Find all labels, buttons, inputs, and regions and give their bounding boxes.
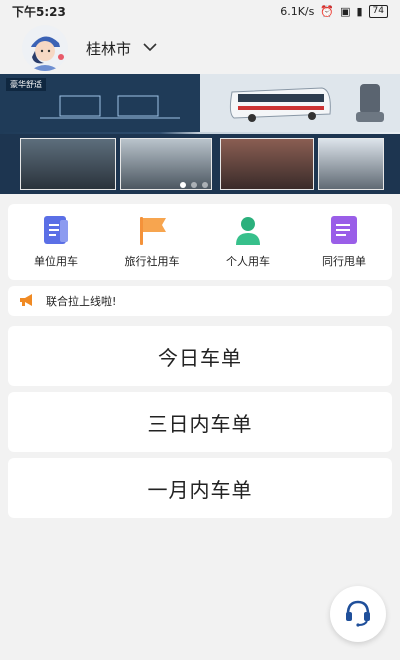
status-bar: 下午5:23 6.1K/s ⏰ ▣ ▮ 74 — [0, 0, 400, 22]
service-label: 同行甩单 — [322, 255, 366, 268]
document-icon — [38, 215, 74, 245]
promo-banner[interactable]: 豪华舒适 — [0, 74, 400, 194]
banner-top-image: 豪华舒适 — [0, 74, 400, 132]
notice-bar[interactable]: 联合拉上线啦! — [8, 286, 392, 316]
banner-thumb-seats — [220, 138, 314, 190]
banner-thumb-interior — [318, 138, 384, 190]
person-icon — [230, 215, 266, 245]
status-indicators: 6.1K/s ⏰ ▣ ▮ 74 — [280, 4, 388, 18]
service-unit-car[interactable]: 单位用车 — [8, 204, 104, 280]
service-grid: 单位用车 旅行社用车 个人用车 同行甩单 — [8, 204, 392, 280]
alarm-icon: ⏰ — [320, 4, 335, 18]
banner-thumb-dashboard — [20, 138, 116, 190]
city-selector[interactable]: 桂林市 — [86, 38, 131, 59]
service-travel-agency[interactable]: 旅行社用车 — [104, 204, 200, 280]
service-peer-dispatch[interactable]: 同行甩单 — [296, 204, 392, 280]
list-icon — [326, 215, 362, 245]
carousel-dot[interactable] — [191, 182, 197, 188]
three-day-orders-button[interactable]: 三日内车单 — [8, 392, 392, 452]
status-time: 下午5:23 — [12, 4, 66, 19]
one-month-orders-button[interactable]: 一月内车单 — [8, 458, 392, 518]
carousel-dot[interactable] — [180, 182, 186, 188]
chevron-down-icon[interactable] — [143, 41, 157, 56]
avatar-illustration — [22, 25, 68, 71]
customer-service-button[interactable] — [330, 586, 386, 642]
vibrate-icon: ▣ — [340, 4, 351, 18]
signal-icon: ▮ — [356, 4, 363, 18]
network-speed: 6.1K/s — [280, 4, 315, 18]
banner-logo-text: 豪华舒适 — [6, 78, 46, 91]
notice-text: 联合拉上线啦! — [46, 295, 117, 308]
megaphone-icon — [18, 292, 36, 311]
battery-icon: 74 — [368, 4, 388, 18]
service-label: 个人用车 — [226, 255, 270, 268]
today-orders-button[interactable]: 今日车单 — [8, 326, 392, 386]
service-label: 旅行社用车 — [124, 255, 180, 268]
service-personal[interactable]: 个人用车 — [200, 204, 296, 280]
header: 桂林市 — [0, 22, 400, 74]
carousel-dots — [180, 182, 208, 188]
headset-icon — [343, 597, 373, 631]
flag-icon — [134, 215, 170, 245]
carousel-dot[interactable] — [202, 182, 208, 188]
service-label: 单位用车 — [34, 255, 78, 268]
avatar[interactable] — [22, 25, 68, 71]
